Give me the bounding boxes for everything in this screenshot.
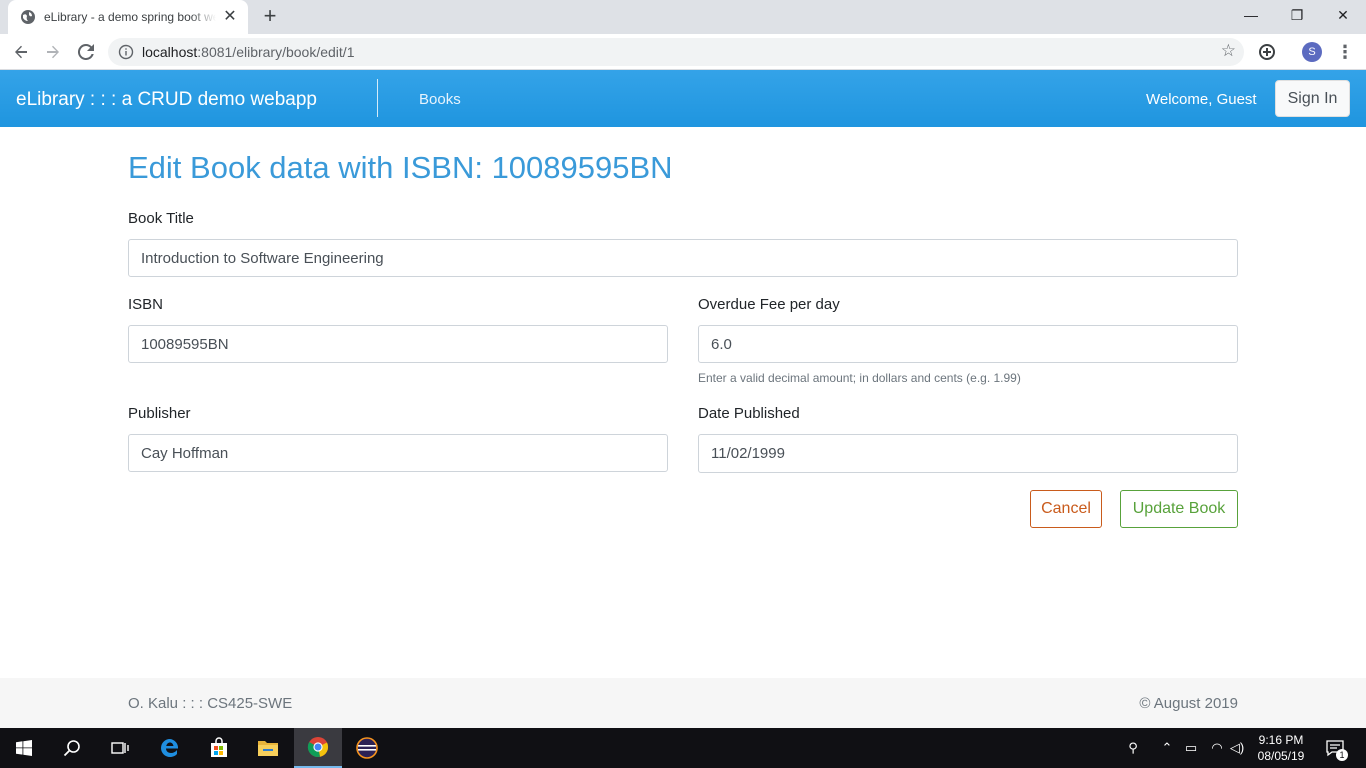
cancel-button[interactable]: Cancel [1030, 490, 1102, 528]
chevron-up-icon[interactable]: ⌃ [1158, 738, 1176, 758]
extension-icon[interactable] [1257, 42, 1277, 62]
browser-tabstrip: eLibrary - a demo spring boot webapp ✕ +… [0, 0, 1366, 34]
reload-button[interactable] [75, 41, 97, 63]
isbn-input[interactable] [128, 325, 668, 363]
new-tab-button[interactable]: + [259, 5, 281, 28]
date-published-label: Date Published [698, 405, 800, 422]
overdue-fee-input[interactable] [698, 325, 1238, 363]
forward-arrow-icon [47, 45, 59, 59]
profile-avatar[interactable]: S [1302, 42, 1322, 62]
page-footer: O. Kalu : : : CS425-SWE © August 2019 [0, 678, 1366, 728]
publisher-input[interactable] [128, 434, 668, 472]
edge-icon[interactable] [146, 728, 194, 768]
footer-credit: O. Kalu : : : CS425-SWE [128, 695, 293, 712]
people-icon[interactable]: ⚲ [1124, 738, 1142, 758]
clock-time: 9:16 PM [1258, 733, 1304, 747]
notification-badge: 1 [1336, 749, 1348, 761]
update-book-button[interactable]: Update Book [1120, 490, 1238, 528]
chrome-icon[interactable] [294, 728, 342, 768]
date-published-input[interactable] [698, 434, 1238, 473]
browser-tab[interactable]: eLibrary - a demo spring boot webapp ✕ [8, 0, 248, 34]
eclipse-icon[interactable] [343, 728, 391, 768]
footer-copyright: © August 2019 [1139, 695, 1238, 712]
action-center-icon[interactable]: 1 [1324, 738, 1348, 761]
overdue-fee-label: Overdue Fee per day [698, 296, 840, 313]
bookmark-star-icon[interactable]: ☆ [1221, 41, 1236, 61]
windows-start-icon[interactable] [0, 728, 48, 768]
task-view-icon[interactable] [96, 728, 144, 768]
book-title-label: Book Title [128, 210, 194, 227]
url-host: localhost [142, 44, 198, 60]
page-title: Edit Book data with ISBN: 10089595BN [128, 150, 673, 185]
browser-toolbar: localhost:8081/elibrary/book/edit/1 ☆ S … [0, 34, 1366, 70]
url-path: :8081/elibrary/book/edit/1 [197, 44, 355, 60]
browser-menu-icon[interactable]: ⋮ [1336, 42, 1354, 62]
nav-link-books[interactable]: Books [419, 90, 461, 110]
welcome-text: Welcome, Guest [1146, 91, 1257, 108]
restore-button[interactable]: ❐ [1274, 0, 1320, 30]
address-bar[interactable]: localhost:8081/elibrary/book/edit/1 ☆ [108, 38, 1244, 66]
minimize-button[interactable]: — [1228, 0, 1274, 30]
taskbar-clock[interactable]: 9:16 PM 08/05/19 [1252, 732, 1310, 764]
url-text: localhost:8081/elibrary/book/edit/1 [142, 44, 354, 60]
forward-button[interactable] [42, 41, 64, 63]
globe-icon [21, 10, 35, 24]
back-arrow-icon [15, 45, 27, 59]
tab-close-icon[interactable]: ✕ [222, 9, 238, 25]
app-navbar: eLibrary : : : a CRUD demo webapp Books … [0, 70, 1366, 127]
volume-icon[interactable]: ◁) [1228, 738, 1246, 758]
reload-icon [77, 43, 94, 60]
tab-title: eLibrary - a demo spring boot webapp [44, 10, 216, 24]
overdue-fee-hint: Enter a valid decimal amount; in dollars… [698, 371, 1021, 385]
publisher-label: Publisher [128, 405, 191, 422]
wifi-icon[interactable]: ◠ [1208, 738, 1226, 758]
clock-date: 08/05/19 [1257, 749, 1305, 763]
back-button[interactable] [10, 41, 32, 63]
search-icon[interactable] [48, 728, 96, 768]
battery-icon[interactable]: ▭ [1182, 738, 1200, 758]
windows-taskbar: ⚲ ⌃ ▭ ◠ ◁) 9:16 PM 08/05/19 1 [0, 728, 1366, 768]
navbar-divider [377, 79, 378, 117]
isbn-label: ISBN [128, 296, 164, 313]
book-title-input[interactable] [128, 239, 1238, 277]
navbar-brand[interactable]: eLibrary : : : a CRUD demo webapp [16, 88, 317, 112]
window-close-button[interactable]: ✕ [1320, 0, 1366, 30]
file-explorer-icon[interactable] [244, 728, 292, 768]
store-icon[interactable] [195, 728, 243, 768]
info-icon[interactable] [118, 44, 134, 60]
sign-in-button[interactable]: Sign In [1275, 80, 1350, 117]
